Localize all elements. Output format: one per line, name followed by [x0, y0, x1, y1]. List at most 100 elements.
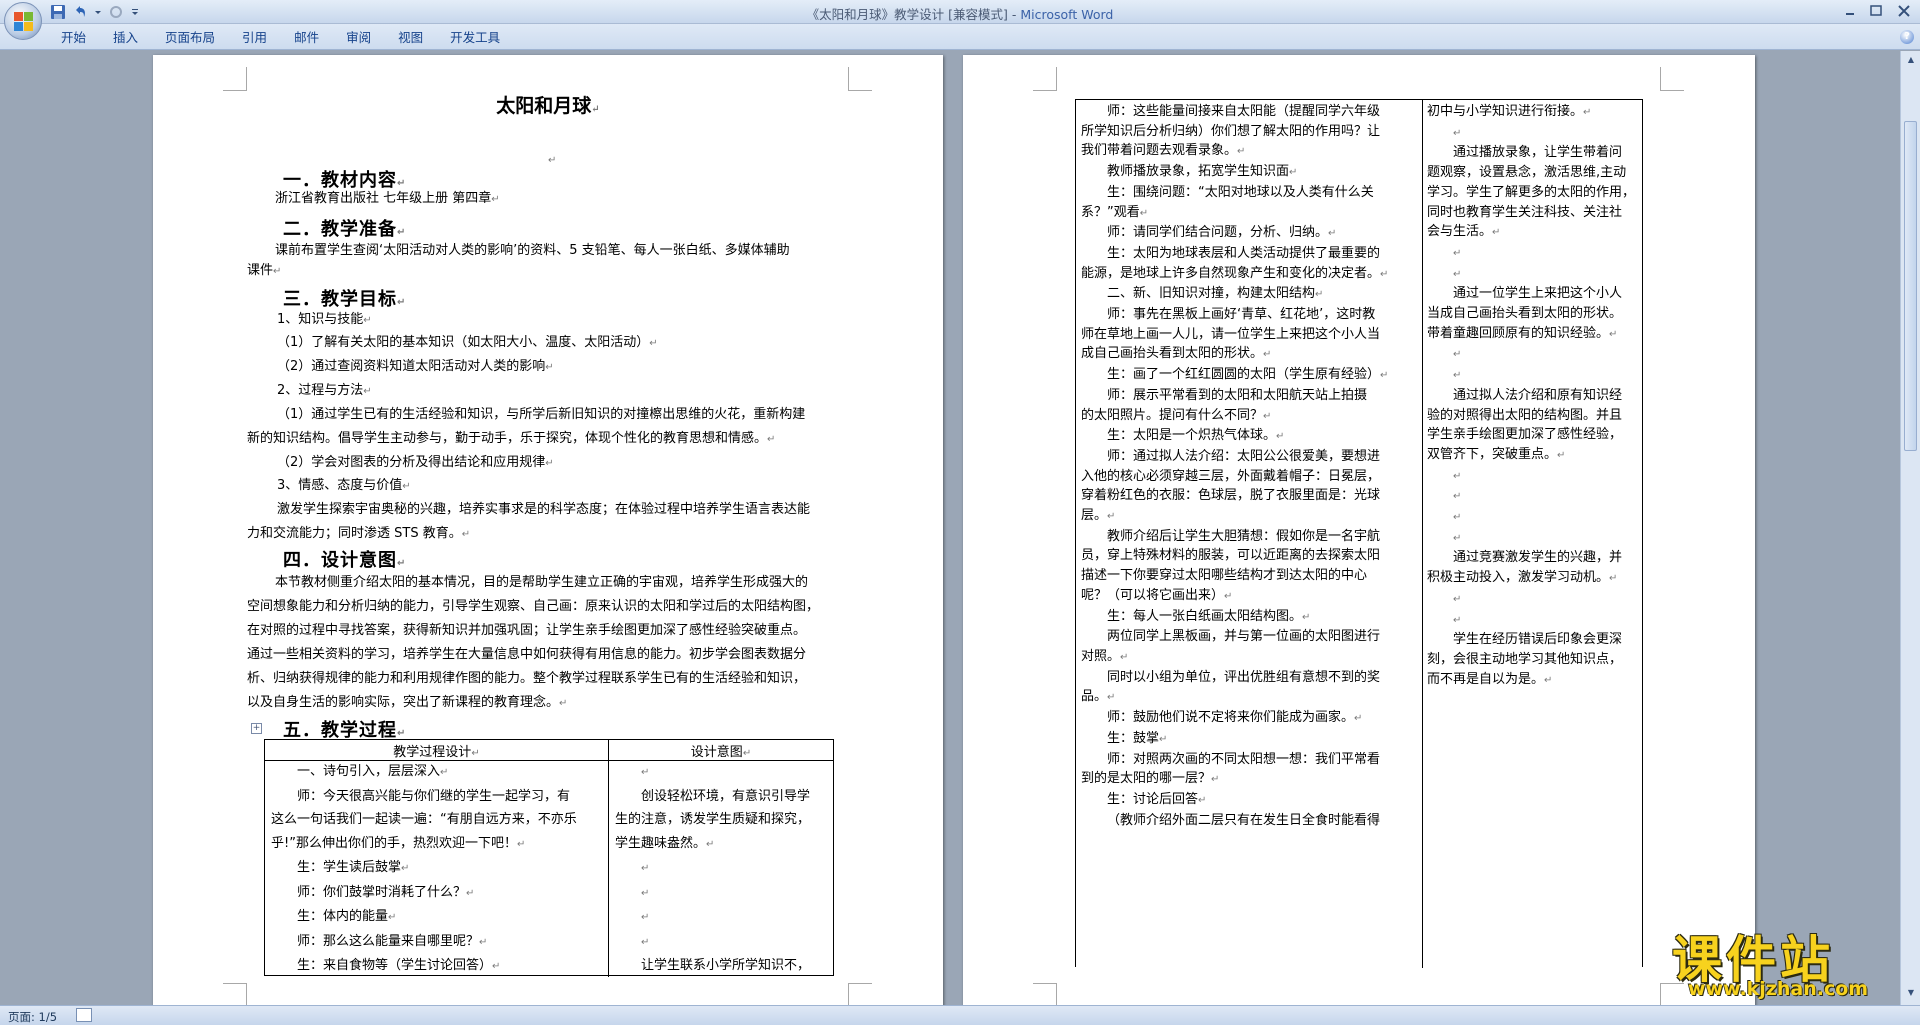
table-line: 同时以小组为单位，评出优胜组有意想不到的奖 — [1107, 669, 1381, 685]
table-line: 生：学生读后鼓掌↵ — [297, 860, 410, 875]
table-line: ↵ — [1453, 268, 1462, 280]
table-line: ↵ — [1453, 532, 1462, 544]
office-button-icon[interactable] — [4, 2, 42, 40]
table-line: ↵ — [1453, 247, 1462, 259]
table-line: （教师介绍外面二层只有在发生日全食时能看得 — [1107, 812, 1381, 828]
table-line: 所学知识后分析归纳）你们想了解太阳的作用吗？让 — [1081, 123, 1381, 139]
tab-page-layout[interactable]: 页面布局 — [152, 29, 229, 47]
scroll-up-icon[interactable]: ▲ — [1905, 54, 1917, 66]
table-divider — [265, 760, 833, 761]
table-line: 让学生联系小学所学知识不， — [641, 958, 811, 973]
table-line: 生的注意，诱发学生质疑和探究， — [615, 812, 811, 827]
proofing-icon[interactable] — [76, 1008, 92, 1022]
tab-mailings[interactable]: 邮件 — [281, 29, 333, 47]
table-line: 师：鼓励他们说不定将来你们能成为画家。↵ — [1107, 710, 1363, 726]
table-line: 入他的核心必须穿越三层，外面戴着帽子：日冕层， — [1081, 468, 1381, 484]
table-move-handle-icon[interactable]: + — [251, 723, 262, 734]
section-text: 新的知识结构。倡导学生主动参与，勤于动手，乐于探究，体现个性化的教育思想和情感。… — [247, 431, 776, 446]
table-line: ↵ — [641, 936, 650, 948]
table-line: 刻，会很主动地学习其他知识点， — [1427, 651, 1623, 667]
table-line: 到的是太阳的哪一层？↵ — [1081, 771, 1220, 787]
help-icon[interactable]: ? — [1900, 30, 1914, 44]
section-text: 1、知识与技能↵ — [277, 312, 372, 327]
process-table[interactable]: 教学过程设计↵ 设计意图↵ 一、诗句引入，层层深入↵ 师：今天很高兴能与你们继的… — [264, 739, 834, 977]
section-text: 空间想象能力和分析归纳的能力，引导学生观察、自己画：原来认识的太阳和学过后的太阳… — [247, 599, 820, 614]
table-line: ↵ — [1453, 614, 1462, 626]
scrollbar-thumb[interactable] — [1904, 121, 1917, 451]
vertical-scrollbar[interactable]: ▲ ▼ — [1900, 51, 1920, 1005]
table-line: 学生亲手绘图更加深了感性经验， — [1427, 427, 1623, 443]
section-text: 2、过程与方法↵ — [277, 383, 372, 398]
table-line: 学生趣味盎然。↵ — [615, 835, 715, 851]
table-line: 系？”观看↵ — [1081, 204, 1149, 220]
table-line: 初中与小学知识进行衔接。↵ — [1427, 104, 1592, 119]
status-bar: 页面: 1/5 — [0, 1005, 1920, 1025]
table-line: ↵ — [641, 912, 650, 923]
section-text: 激发学生探索宇宙奥秘的兴趣，培养实事求是的科学态度；在体验过程中培养学生语言表达… — [277, 502, 811, 517]
page-1[interactable]: 太阳和月球↵ ↵ 一．教材内容↵ 浙江省教育出版社 七年级上册 第四章↵ 二．教… — [153, 55, 943, 1005]
table-line: ↵ — [641, 863, 650, 874]
tab-home[interactable]: 开始 — [48, 29, 100, 47]
section-text: （2）学会对图表的分析及得出结论和应用规律↵ — [277, 455, 554, 470]
section-text: （1）了解有关太阳的基本知识（如太阳大小、温度、太阳活动）↵ — [277, 335, 658, 350]
table-line: 师：今天很高兴能与你们继的学生一起学习，有 — [297, 788, 571, 804]
table-line: 生：每人一张白纸画太阳结构图。↵ — [1107, 608, 1311, 624]
crop-mark — [223, 983, 247, 1005]
table-line: 同时也教育学生关注科技、关注社 — [1427, 204, 1623, 220]
table-line: 乎!”那么伸出你们的手，热烈欢迎一下吧！↵ — [271, 835, 526, 851]
table-line: 品。↵ — [1081, 689, 1116, 705]
section-text: 以及自身生活的影响实际，突出了新课程的教育理念。↵ — [247, 695, 568, 710]
maximize-icon[interactable] — [1868, 4, 1884, 18]
heading-text: 太阳和月球 — [496, 95, 592, 117]
table-line: ↵ — [1453, 127, 1462, 139]
table-line: 教师播放录象，拓宽学生知识面↵ — [1107, 164, 1298, 180]
table-line: 通过一位学生上来把这个小人 — [1453, 286, 1623, 302]
table-line: 描述一下你要穿过太阳哪些结构才到达太阳的中心 — [1081, 568, 1368, 584]
crop-mark — [848, 983, 872, 1005]
tab-review[interactable]: 审阅 — [333, 29, 385, 47]
tab-developer[interactable]: 开发工具 — [437, 29, 514, 47]
site-watermark: 课件站 www.kjzhan.com — [1660, 920, 1915, 1002]
table-line: 师：这些能量间接来自太阳能（提醒同学六年级 — [1107, 104, 1381, 119]
section-text: 在对照的过程中寻找答案，获得新知识并加强巩固；让学生亲手绘图更加深了感性经验突破… — [247, 623, 807, 638]
table-header-intent: 设计意图↵ — [690, 745, 752, 760]
page-count[interactable]: 页面: 1/5 — [8, 1009, 57, 1025]
crop-mark — [1660, 67, 1684, 91]
table-divider — [608, 740, 609, 977]
table-divider — [1422, 100, 1423, 968]
page-2[interactable]: 师：这些能量间接来自太阳能（提醒同学六年级所学知识后分析归纳）你们想了解太阳的作… — [963, 55, 1755, 1005]
table-line: 创设轻松环境，有意识引导学 — [641, 788, 811, 804]
section-text: 课件↵ — [247, 263, 282, 278]
table-line: 当成自己画抬头看到太阳的形状。 — [1427, 306, 1623, 322]
table-line: 师：展示平常看到的太阳和太阳航天站上拍摄 — [1107, 387, 1368, 403]
tab-insert[interactable]: 插入 — [100, 29, 152, 47]
ribbon-tab-row: 开始 插入 页面布局 引用 邮件 审阅 视图 开发工具 ? — [0, 24, 1920, 50]
tab-view[interactable]: 视图 — [385, 29, 437, 47]
table-line: 这么一句话我们一起读一遍：“有朋自远方来，不亦乐 — [271, 812, 577, 827]
document-heading: 太阳和月球↵ — [496, 95, 600, 117]
table-line: 学生在经历错误后印象会更深 — [1453, 632, 1623, 648]
tab-references[interactable]: 引用 — [229, 29, 281, 47]
section-text: 析、归纳获得规律的能力和利用规律作图的能力。整个教学过程联系学生已有的生活经验和… — [247, 671, 807, 686]
minimize-icon[interactable] — [1842, 4, 1858, 18]
table-line: 通过竞赛激发学生的兴趣，并 — [1453, 550, 1623, 566]
section-text: 3、情感、态度与价值↵ — [277, 478, 411, 493]
table-line: 教师介绍后让学生大胆猜想：假如你是一名宇航 — [1107, 528, 1381, 544]
table-line: ↵ — [641, 887, 650, 899]
table-line: 师：请同学们结合问题，分析、归纳。↵ — [1107, 225, 1337, 241]
table-line: 积极主动投入，激发学习动机。↵ — [1427, 570, 1618, 586]
table-line: ↵ — [1453, 593, 1462, 605]
process-table-continued[interactable]: 师：这些能量间接来自太阳能（提醒同学六年级所学知识后分析归纳）你们想了解太阳的作… — [1075, 99, 1643, 968]
section-heading: 四．设计意图↵ — [283, 550, 407, 571]
table-line: ↵ — [641, 767, 650, 778]
table-line: 一、诗句引入，层层深入↵ — [297, 764, 449, 779]
table-line: 成自己画抬头看到太阳的形状。↵ — [1081, 346, 1272, 362]
table-cell-process: 师：这些能量间接来自太阳能（提醒同学六年级所学知识后分析归纳）你们想了解太阳的作… — [1081, 102, 1417, 830]
table-header-process: 教学过程设计↵ — [393, 745, 480, 760]
office-logo — [14, 12, 34, 32]
table-line: 生：来自食物等（学生讨论回答）↵ — [297, 958, 501, 973]
paragraph-mark: ↵ — [548, 155, 557, 166]
close-icon[interactable] — [1896, 4, 1912, 18]
table-cell-process: 一、诗句引入，层层深入↵ 师：今天很高兴能与你们继的学生一起学习，有 这么一句话… — [271, 762, 604, 977]
table-line: 师：事先在黑板上画好‘青草、红花地’，这时教 — [1107, 307, 1376, 323]
